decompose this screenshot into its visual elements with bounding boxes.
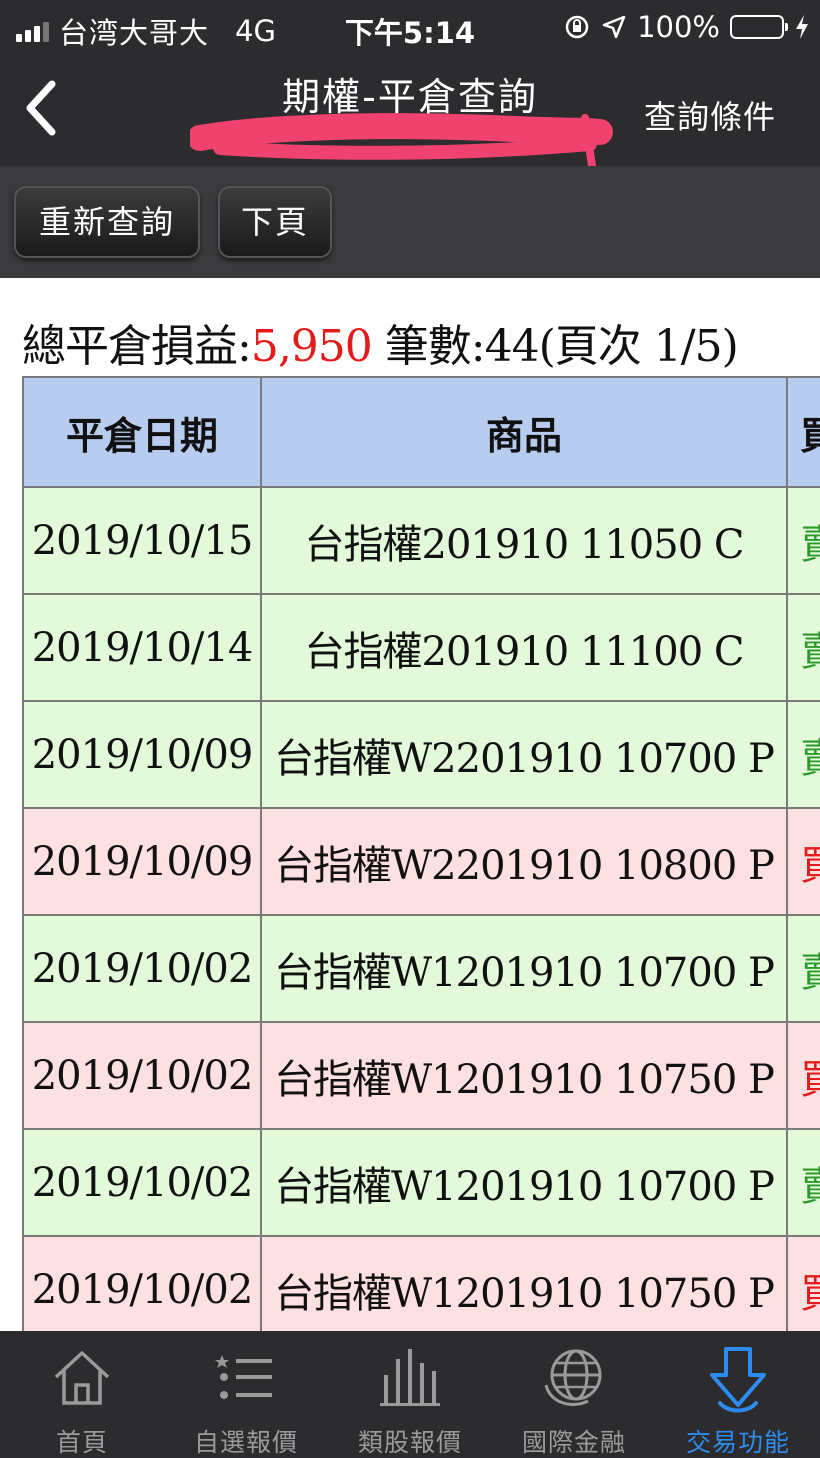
table-row[interactable]: 2019/10/09 台指權W2201910 10800 P 買 <box>22 807 820 916</box>
cell-product: 台指權W1201910 10750 P <box>260 1021 788 1130</box>
cell-side: 買 <box>786 1235 820 1331</box>
cell-product: 台指權W1201910 10700 P <box>260 914 788 1023</box>
cell-side: 賣 <box>786 914 820 1023</box>
redaction-mark <box>190 113 613 170</box>
tab-international[interactable]: 國際金融 <box>492 1331 656 1458</box>
globe-icon <box>544 1349 602 1406</box>
bar-chart-icon <box>380 1349 440 1406</box>
table-row[interactable]: 2019/10/02 台指權W1201910 10700 P 賣 <box>22 914 820 1023</box>
home-icon <box>54 1351 110 1405</box>
table-row[interactable]: 2019/10/02 台指權W1201910 10700 P 賣 <box>22 1128 820 1237</box>
rotation-lock-icon <box>565 15 589 39</box>
cell-date: 2019/10/02 <box>22 1021 262 1130</box>
cell-side: 買 <box>786 807 820 916</box>
tab-watchlist[interactable]: 自選報價 <box>164 1331 328 1458</box>
header-close-date: 平倉日期 <box>22 376 262 488</box>
status-bar: 台湾大哥大 4G 下午5:14 100% <box>0 0 820 54</box>
cell-date: 2019/10/14 <box>22 593 262 702</box>
table-row[interactable]: 2019/10/14 台指權201910 11100 C 賣 <box>22 593 820 702</box>
table-row[interactable]: 2019/10/15 台指權201910 11050 C 賣 <box>22 486 820 595</box>
cell-date: 2019/10/02 <box>22 1128 262 1237</box>
table-header-row: 平倉日期 商品 買 <box>22 376 820 488</box>
page-info: (頁次 1/5) <box>538 321 739 372</box>
battery-percent: 100% <box>637 10 720 44</box>
pnl-label: 總平倉損益: <box>22 321 252 372</box>
cell-date: 2019/10/02 <box>22 1235 262 1331</box>
table-row[interactable]: 2019/10/09 台指權W2201910 10700 P 賣 <box>22 700 820 809</box>
toolbar: 重新查詢 下頁 <box>0 166 820 278</box>
cell-side: 賣 <box>786 486 820 595</box>
count-value: 44 <box>484 321 540 372</box>
tab-trading[interactable]: 交易功能 <box>656 1331 820 1458</box>
cell-side: 買 <box>786 1021 820 1130</box>
cell-date: 2019/10/09 <box>22 700 262 809</box>
closed-positions-table[interactable]: 平倉日期 商品 買 2019/10/15 台指權201910 11050 C 賣… <box>22 376 820 1331</box>
cell-product: 台指權W1201910 10750 P <box>260 1235 788 1331</box>
tab-sector-quotes[interactable]: 類股報價 <box>328 1331 492 1458</box>
header-product: 商品 <box>260 376 788 488</box>
summary-line: 總平倉損益:5,950 筆數:44(頁次 1/5) <box>22 310 739 374</box>
location-arrow-icon <box>602 15 626 39</box>
list-icon <box>215 1355 272 1399</box>
refresh-query-button[interactable]: 重新查詢 <box>14 186 200 258</box>
tab-label: 交易功能 <box>685 1428 790 1457</box>
cell-side: 賣 <box>786 593 820 702</box>
charging-bolt-icon <box>796 15 808 39</box>
tab-label: 類股報價 <box>357 1428 462 1457</box>
cell-product: 台指權W2201910 10800 P <box>260 807 788 916</box>
cell-date: 2019/10/02 <box>22 914 262 1023</box>
cell-product: 台指權201910 11050 C <box>260 486 788 595</box>
cell-date: 2019/10/09 <box>22 807 262 916</box>
tab-home[interactable]: 首頁 <box>0 1331 164 1458</box>
cell-product: 台指權W1201910 10700 P <box>260 1128 788 1237</box>
tab-label: 首頁 <box>55 1428 108 1457</box>
tab-label: 國際金融 <box>521 1428 626 1457</box>
download-arrow-icon <box>710 1347 766 1413</box>
next-page-button[interactable]: 下頁 <box>218 186 332 258</box>
cell-product: 台指權W2201910 10700 P <box>260 700 788 809</box>
table-row[interactable]: 2019/10/02 台指權W1201910 10750 P 買 <box>22 1235 820 1331</box>
cell-product: 台指權201910 11100 C <box>260 593 788 702</box>
cell-side: 賣 <box>786 700 820 809</box>
count-label: 筆數: <box>371 321 486 372</box>
cell-date: 2019/10/15 <box>22 486 262 595</box>
cell-side: 賣 <box>786 1128 820 1237</box>
query-conditions-button[interactable]: 查詢條件 <box>644 92 776 138</box>
pnl-value: 5,950 <box>250 321 373 372</box>
battery-icon <box>730 15 788 39</box>
tab-label: 自選報價 <box>193 1428 298 1457</box>
tab-bar: 首頁 自選報價 類股報價 國際金融 交易功能 <box>0 1331 820 1458</box>
status-right: 100% <box>563 10 810 44</box>
header-side: 買 <box>786 376 820 488</box>
table-row[interactable]: 2019/10/02 台指權W1201910 10750 P 買 <box>22 1021 820 1130</box>
